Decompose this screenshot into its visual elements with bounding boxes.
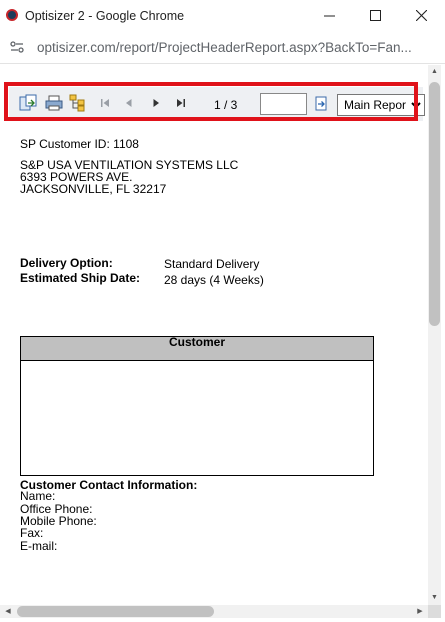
close-icon xyxy=(415,9,427,24)
delivery-option-value: Standard Delivery xyxy=(164,257,260,271)
ship-date-value: 28 days (4 Weeks) xyxy=(164,273,264,287)
contact-field-fax: Fax: xyxy=(20,526,44,540)
customer-id-line: SP Customer ID: 1108 xyxy=(20,137,139,151)
scroll-up-icon[interactable]: ▲ xyxy=(429,66,440,78)
ship-date-label: Estimated Ship Date: xyxy=(20,271,141,285)
customer-id-label: SP Customer ID: xyxy=(20,137,110,151)
close-button[interactable] xyxy=(398,0,444,33)
delivery-option-label: Delivery Option: xyxy=(20,256,113,270)
customer-id-value: 1108 xyxy=(113,137,139,151)
window-title: Optisizer 2 - Google Chrome xyxy=(25,9,185,23)
scroll-left-icon[interactable]: ◀ xyxy=(2,605,14,618)
contact-field-email: E-mail: xyxy=(20,539,58,553)
site-info-icon[interactable] xyxy=(10,40,24,54)
contact-field-mobile-phone: Mobile Phone: xyxy=(20,514,97,528)
optisizer-app-icon xyxy=(6,9,18,21)
scroll-right-icon[interactable]: ▶ xyxy=(414,605,426,618)
minimize-button[interactable] xyxy=(306,0,352,33)
scrollbar-corner xyxy=(428,605,441,618)
vertical-scroll-thumb[interactable] xyxy=(429,82,440,326)
minimize-icon xyxy=(323,10,335,24)
highlight-annotation xyxy=(4,82,418,121)
url-field[interactable]: optisizer.com/report/ProjectHeaderReport… xyxy=(37,40,412,55)
scroll-down-icon[interactable]: ▼ xyxy=(429,592,440,604)
maximize-button[interactable] xyxy=(352,0,398,33)
horizontal-scroll-thumb[interactable] xyxy=(17,606,214,617)
address-line-2: JACKSONVILLE, FL 32217 xyxy=(20,182,167,196)
company-name: S&P USA VENTILATION SYSTEMS LLC xyxy=(20,158,239,172)
maximize-icon xyxy=(369,9,381,24)
contact-field-name: Name: xyxy=(20,489,56,503)
contact-field-office-phone: Office Phone: xyxy=(20,502,93,516)
customer-box-header: Customer xyxy=(21,336,373,361)
address-line-1: 6393 POWERS AVE. xyxy=(20,170,133,184)
